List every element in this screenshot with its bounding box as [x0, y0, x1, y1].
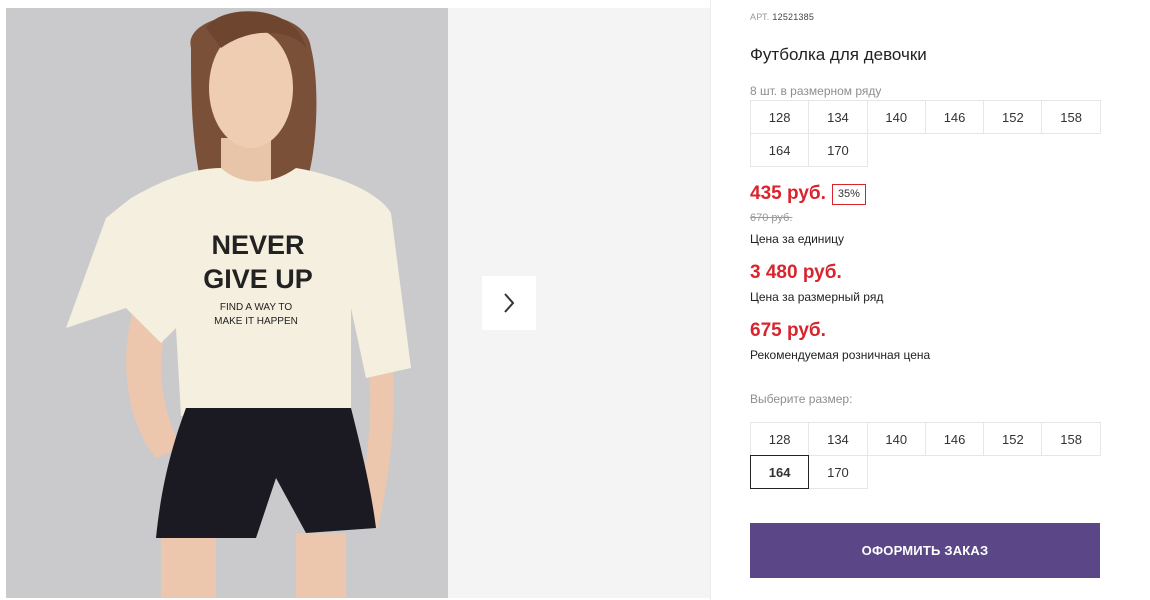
row-price: 3 480 руб. — [750, 262, 842, 283]
pack-sizes-grid: 128 134 140 146 152 158 164 170 — [750, 100, 1106, 167]
article-value: 12521385 — [772, 12, 815, 22]
unit-price-caption: Цена за единицу — [750, 232, 845, 246]
place-order-button[interactable]: ОФОРМИТЬ ЗАКАЗ — [750, 523, 1100, 578]
size-option-146[interactable]: 146 — [924, 422, 985, 456]
size-option-170[interactable]: 170 — [808, 455, 868, 489]
pack-size-cell: 170 — [808, 133, 868, 167]
size-option-158[interactable]: 158 — [1041, 422, 1101, 456]
unit-price: 435 руб. — [750, 183, 826, 204]
choose-size-label: Выберите размер: — [750, 392, 853, 406]
size-option-164-selected[interactable]: 164 — [750, 455, 810, 489]
product-gallery: NEVER GIVE UP FIND A WAY TO MAKE IT HAPP… — [6, 8, 710, 598]
pack-size-cell: 134 — [808, 100, 868, 134]
gallery-next-button[interactable] — [482, 276, 536, 330]
article-label: АРТ. — [750, 12, 770, 22]
discount-badge: 35% — [831, 183, 866, 205]
size-option-140[interactable]: 140 — [866, 422, 926, 456]
pack-label: 8 шт. в размерном ряду — [750, 84, 882, 98]
size-option-128[interactable]: 128 — [750, 422, 810, 456]
shirt-text-line2: GIVE UP — [203, 264, 313, 294]
size-option-152[interactable]: 152 — [983, 422, 1043, 456]
old-price: 670 руб. — [750, 212, 793, 224]
rrp-price-caption: Рекомендуемая розничная цена — [750, 348, 931, 362]
shirt-text-line4: MAKE IT HAPPEN — [214, 316, 298, 327]
section-divider — [710, 0, 711, 600]
size-option-134[interactable]: 134 — [808, 422, 868, 456]
pack-size-cell: 146 — [924, 100, 985, 134]
pack-size-cell: 152 — [983, 100, 1043, 134]
pack-size-cell: 128 — [750, 100, 810, 134]
unit-price-row: 435 руб. 35% — [750, 183, 866, 205]
shirt-text-line1: NEVER — [211, 230, 304, 260]
size-selector: 128 134 140 146 152 158 164 170 — [750, 422, 1106, 489]
product-photo: NEVER GIVE UP FIND A WAY TO MAKE IT HAPP… — [6, 8, 448, 598]
model-photo-illustration: NEVER GIVE UP FIND A WAY TO MAKE IT HAPP… — [6, 8, 448, 598]
shirt-text-line3: FIND A WAY TO — [220, 302, 292, 313]
chevron-right-icon — [504, 293, 515, 313]
article-number: АРТ. 12521385 — [750, 12, 814, 22]
pack-size-cell: 140 — [866, 100, 926, 134]
rrp-price: 675 руб. — [750, 320, 826, 341]
product-title: Футболка для девочки — [750, 45, 927, 64]
pack-size-cell: 164 — [750, 133, 810, 167]
row-price-caption: Цена за размерный ряд — [750, 290, 884, 304]
pack-size-cell: 158 — [1041, 100, 1101, 134]
